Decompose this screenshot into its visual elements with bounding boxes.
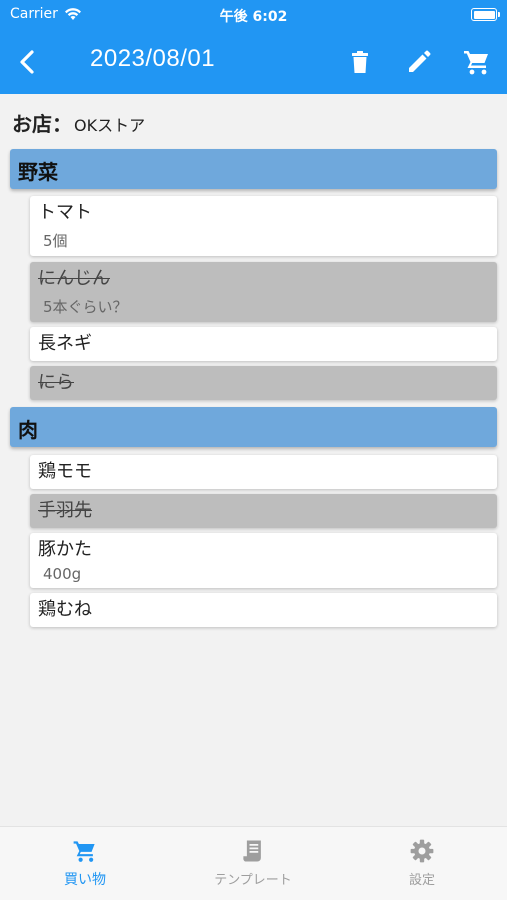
- tab-label: 買い物: [64, 872, 106, 888]
- list-item-checked[interactable]: にんじん 5本ぐらい？: [30, 262, 497, 322]
- cart-icon: [73, 841, 95, 862]
- bottom-tab-bar: 買い物 テンプレート 設定: [0, 826, 507, 900]
- item-name: 長ネギ: [38, 333, 92, 354]
- item-name: にんじん: [38, 268, 110, 289]
- list-item[interactable]: 鶏むね: [30, 593, 497, 627]
- section-header-meat[interactable]: 肉: [10, 407, 497, 447]
- cart-icon[interactable]: [461, 46, 493, 78]
- item-name: 鶏モモ: [38, 461, 92, 482]
- store-row: お店： OKストア: [12, 108, 145, 136]
- status-bar: Carrier 午後 6:02: [0, 0, 507, 30]
- page-title: 2023/08/01: [90, 45, 216, 72]
- item-note: 5個: [43, 232, 68, 250]
- item-name: にら: [38, 372, 74, 393]
- store-label: お店：: [12, 112, 72, 136]
- tab-settings[interactable]: 設定: [362, 837, 482, 888]
- section-header-vegetables[interactable]: 野菜: [10, 149, 497, 189]
- edit-pencil-icon[interactable]: [403, 46, 435, 78]
- item-name: 鶏むね: [38, 599, 92, 620]
- tab-label: 設定: [408, 873, 435, 888]
- list-item-checked[interactable]: にら: [30, 366, 497, 400]
- back-arrow-icon[interactable]: [12, 46, 44, 78]
- item-note: 5本ぐらい？: [43, 298, 128, 316]
- store-name[interactable]: OKストア: [74, 112, 145, 136]
- section-title: 野菜: [18, 160, 58, 184]
- gear-icon: [410, 839, 434, 863]
- item-name: 豚かた: [38, 539, 92, 560]
- trash-icon[interactable]: [344, 46, 376, 78]
- item-name: 手羽先: [38, 500, 92, 521]
- app-bar: 2023/08/01: [0, 30, 507, 94]
- list-item[interactable]: トマト 5個: [30, 196, 497, 256]
- status-time: 午後 6:02: [219, 9, 288, 25]
- item-name: トマト: [38, 202, 92, 223]
- tab-template[interactable]: テンプレート: [193, 837, 313, 888]
- list-item-checked[interactable]: 手羽先: [30, 494, 497, 528]
- list-item[interactable]: 長ネギ: [30, 327, 497, 361]
- tab-shopping[interactable]: 買い物: [25, 837, 145, 889]
- tab-label: テンプレート: [214, 873, 292, 888]
- list-item[interactable]: 鶏モモ: [30, 455, 497, 489]
- battery-icon: [471, 8, 500, 21]
- item-note: 400g: [43, 565, 82, 583]
- list-item[interactable]: 豚かた 400g: [30, 533, 497, 588]
- section-title: 肉: [18, 418, 38, 442]
- template-icon: [243, 840, 261, 862]
